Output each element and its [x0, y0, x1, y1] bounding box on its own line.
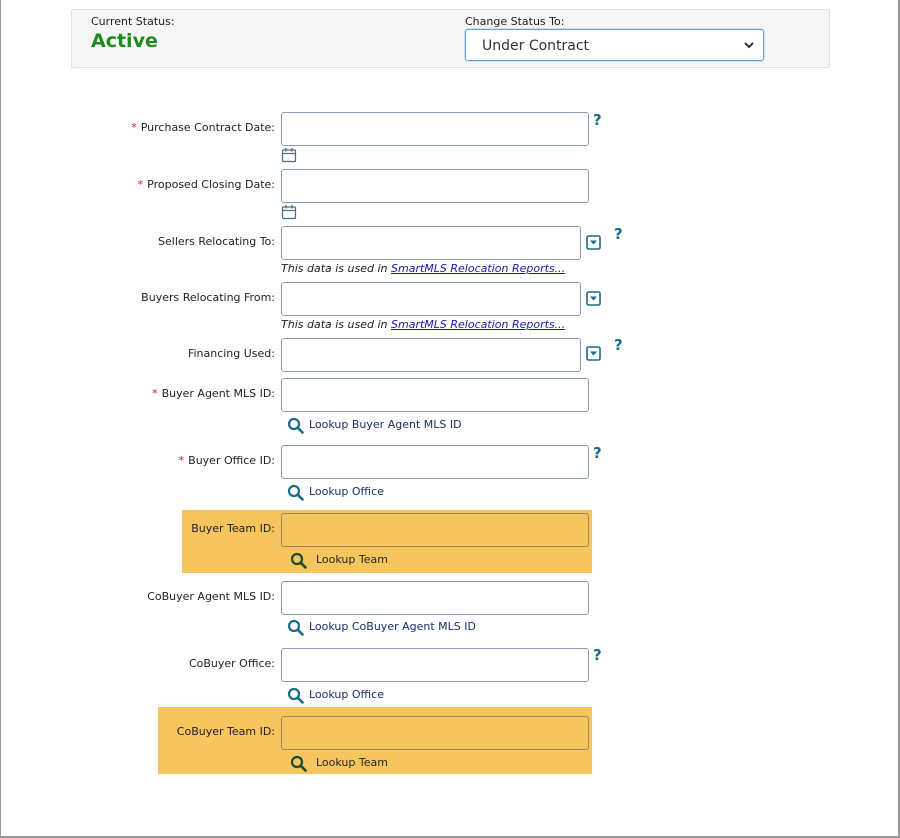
lookup-cobuyer-office-link[interactable]: Lookup Office [287, 687, 407, 704]
lookup-cobuyer-agent-text: Lookup CoBuyer Agent MLS ID [309, 620, 476, 633]
lookup-cobuyer-agent-link[interactable]: Lookup CoBuyer Agent MLS ID [287, 619, 507, 636]
buyers-relocation-note: This data is used in SmartMLS Relocation… [281, 318, 565, 331]
sellers-relocating-help-icon[interactable]: ? [614, 225, 623, 243]
buyer-office-id-label-text: Buyer Office ID: [188, 454, 275, 467]
calendar-icon[interactable] [281, 204, 297, 220]
buyer-agent-mls-id-label: * Buyer Agent MLS ID: [152, 387, 275, 400]
change-status-selected-value: Under Contract [482, 38, 590, 54]
change-status-select[interactable]: Under Contract [465, 29, 764, 61]
cobuyer-office-help-icon[interactable]: ? [593, 646, 602, 664]
dropdown-picker-icon[interactable] [586, 235, 601, 250]
sellers-relocating-to-label: Sellers Relocating To: [158, 235, 275, 248]
financing-used-label: Financing Used: [187, 347, 275, 360]
lookup-buyer-office-link[interactable]: Lookup Office [287, 484, 407, 501]
search-icon [287, 687, 304, 704]
cobuyer-agent-mls-id-input[interactable] [281, 581, 589, 615]
lookup-buyer-agent-text: Lookup Buyer Agent MLS ID [309, 418, 462, 431]
dropdown-picker-icon[interactable] [586, 346, 601, 361]
purchase-contract-date-label: * Purchase Contract Date: [131, 121, 275, 134]
lookup-cobuyer-team-text: Lookup Team [316, 756, 388, 769]
lookup-cobuyer-office-text: Lookup Office [309, 688, 384, 701]
cobuyer-team-id-input[interactable] [281, 716, 589, 750]
buyer-agent-mls-id-input[interactable] [281, 378, 589, 412]
search-icon [287, 619, 304, 636]
lookup-buyer-office-text: Lookup Office [309, 485, 384, 498]
buyer-team-id-input[interactable] [281, 513, 589, 547]
buyer-agent-mls-id-label-text: Buyer Agent MLS ID: [161, 387, 275, 400]
lookup-buyer-agent-link[interactable]: Lookup Buyer Agent MLS ID [287, 417, 487, 434]
proposed-closing-date-label-text: Proposed Closing Date: [147, 178, 275, 191]
search-icon [287, 484, 304, 501]
sellers-relocation-note: This data is used in SmartMLS Relocation… [281, 262, 565, 275]
cobuyer-office-input[interactable] [281, 648, 589, 682]
current-status-value: Active [91, 30, 158, 52]
search-icon [290, 755, 307, 772]
purchase-contract-date-label-text: Purchase Contract Date: [140, 121, 275, 134]
purchase-contract-date-input[interactable] [281, 112, 589, 146]
required-marker: * [178, 454, 185, 467]
buyer-office-id-label: * Buyer Office ID: [179, 454, 275, 467]
proposed-closing-date-label: * Proposed Closing Date: [138, 178, 275, 191]
cobuyer-office-label: CoBuyer Office: [188, 657, 275, 670]
relocation-reports-link[interactable]: SmartMLS Relocation Reports... [391, 318, 565, 331]
cobuyer-team-id-label: CoBuyer Team ID: [176, 725, 275, 738]
buyers-relocating-from-label: Buyers Relocating From: [141, 291, 275, 304]
required-marker: * [137, 178, 144, 191]
financing-used-help-icon[interactable]: ? [614, 336, 623, 354]
dropdown-picker-icon[interactable] [586, 291, 601, 306]
relocation-note-text: This data is used in [281, 318, 392, 331]
lookup-buyer-team-link[interactable]: Lookup Team [290, 552, 410, 569]
window-border-left [0, 0, 1, 838]
purchase-contract-date-help-icon[interactable]: ? [593, 111, 602, 129]
lookup-buyer-team-text: Lookup Team [316, 553, 388, 566]
buyers-relocating-from-input[interactable] [281, 282, 581, 316]
required-marker: * [152, 387, 158, 400]
change-status-label: Change Status To: [465, 15, 565, 28]
search-icon [287, 417, 304, 434]
buyer-team-id-label: Buyer Team ID: [191, 522, 275, 535]
cobuyer-agent-mls-id-label: CoBuyer Agent MLS ID: [147, 590, 275, 603]
current-status-label: Current Status: [91, 15, 175, 28]
calendar-icon[interactable] [281, 147, 297, 163]
search-icon [290, 552, 307, 569]
buyer-office-id-help-icon[interactable]: ? [593, 444, 602, 462]
financing-used-input[interactable] [281, 338, 581, 372]
relocation-note-text: This data is used in [281, 262, 392, 275]
relocation-reports-link[interactable]: SmartMLS Relocation Reports... [391, 262, 565, 275]
required-marker: * [131, 121, 137, 134]
buyer-office-id-input[interactable] [281, 445, 589, 479]
lookup-cobuyer-team-link[interactable]: Lookup Team [290, 755, 410, 772]
proposed-closing-date-input[interactable] [281, 169, 589, 203]
chevron-down-icon [744, 42, 754, 49]
sellers-relocating-to-input[interactable] [281, 226, 581, 260]
